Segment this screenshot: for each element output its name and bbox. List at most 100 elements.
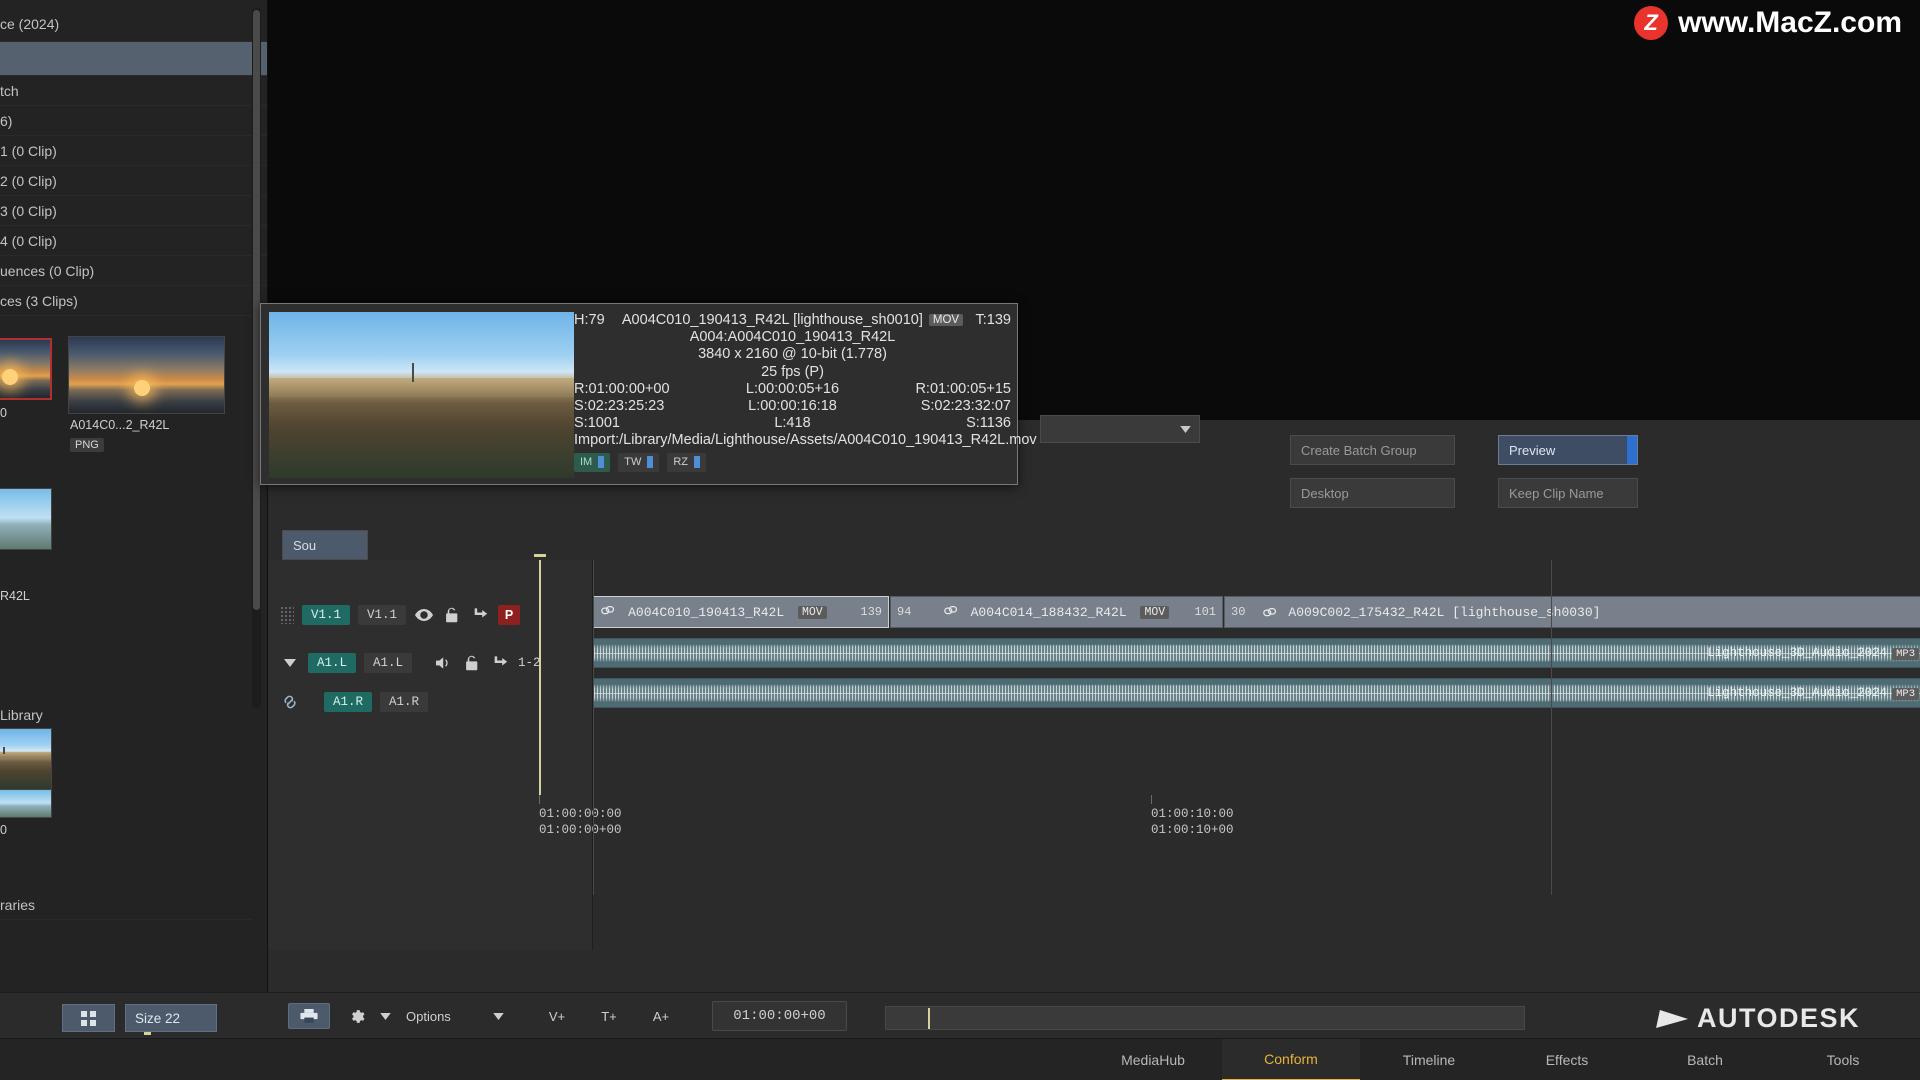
library-row-1[interactable]: [0, 42, 267, 76]
tab-batch[interactable]: Batch: [1636, 1039, 1774, 1080]
audio-track-a1r-name[interactable]: A1.R: [380, 692, 428, 712]
tab-effects[interactable]: Effects: [1498, 1039, 1636, 1080]
add-text-track-button[interactable]: T+: [588, 1001, 630, 1031]
thumbnail-1-format-badge: PNG: [70, 438, 104, 452]
library-row-9[interactable]: ces (3 Clips): [0, 286, 267, 316]
media-library-panel[interactable]: ce (2024) tch 6) 1 (0 Clip) 2 (0 Clip) 3…: [0, 0, 268, 1040]
keep-clip-name-button[interactable]: Keep Clip Name: [1498, 478, 1638, 508]
route-icon[interactable]: [470, 605, 490, 625]
viewer-dropdown-field[interactable]: [1040, 415, 1200, 443]
grid-view-button[interactable]: [62, 1004, 115, 1032]
thumbnail-row-3[interactable]: 0: [0, 728, 252, 838]
library-row-5[interactable]: 2 (0 Clip): [0, 166, 267, 196]
video-track-header[interactable]: V1.1 V1.1 P: [280, 605, 520, 625]
library-row-4[interactable]: 1 (0 Clip): [0, 136, 267, 166]
video-track-p-button[interactable]: P: [498, 605, 520, 625]
timeline-clip-2[interactable]: 30 A009C002_175432_R42L [lighthouse_sh00…: [1224, 596, 1920, 628]
timeline-ruler[interactable]: 01:00:00:00 01:00:00+00 01:00:10:00 01:0…: [539, 795, 1920, 845]
thumbnail-row-1[interactable]: 0 A014C0...2_R42L PNG: [0, 336, 252, 458]
desktop-button[interactable]: Desktop: [1290, 478, 1455, 508]
tooltip-tc-1-right: S:02:23:32:07: [920, 398, 1011, 415]
playhead[interactable]: [534, 554, 546, 795]
library-row-7[interactable]: 4 (0 Clip): [0, 226, 267, 256]
library-row-6[interactable]: 3 (0 Clip): [0, 196, 267, 226]
thumbnail-size-slider[interactable]: Size 22: [125, 1004, 217, 1035]
audio-track-a1l-name[interactable]: A1.L: [364, 653, 412, 673]
library-row-0[interactable]: ce (2024): [0, 0, 267, 42]
tooltip-tc-2-center: L:418: [774, 415, 811, 432]
audio-track-a1r-header[interactable]: A1.R A1.R: [280, 692, 428, 712]
autodesk-wordmark: AUTODESK: [1696, 1003, 1860, 1033]
audio-clip-1-badge: MP3: [1892, 688, 1919, 700]
audio-track-a1l-header[interactable]: A1.L A1.L 1-2: [280, 653, 541, 673]
create-batch-group-button[interactable]: Create Batch Group: [1290, 435, 1455, 465]
grid-icon: [81, 1010, 96, 1026]
audio-channel-mapping[interactable]: 1-2: [518, 656, 541, 670]
options-dropdown[interactable]: [487, 1003, 509, 1029]
thumbnail-0[interactable]: [0, 338, 52, 400]
source-button[interactable]: Sou: [282, 530, 368, 560]
audio-clip-0[interactable]: 0 Lighthouse_3D_Audio_2024MP3: [593, 638, 1920, 668]
thumbnail-3[interactable]: [0, 728, 52, 790]
timeline-clip-0[interactable]: 79 A004C010_190413_R42L MOV 139: [593, 596, 889, 628]
library-row-8[interactable]: uences (0 Clip): [0, 256, 267, 286]
unlock-icon[interactable]: [442, 605, 462, 625]
options-button[interactable]: Options: [406, 1001, 490, 1031]
ruler-label-1: 01:00:10:00 01:00:10+00: [1151, 806, 1234, 838]
ruler-tick-0: [539, 795, 540, 804]
audio-clip-1[interactable]: 0 Lighthouse_3D_Audio_2024MP3: [593, 678, 1920, 708]
watermark-text: www.MacZ.com: [1678, 6, 1902, 39]
thumbnail-3-strip[interactable]: [0, 790, 52, 818]
track-grip-icon[interactable]: [280, 606, 294, 624]
video-track-tag[interactable]: V1.1: [302, 605, 350, 625]
timeline-clip-area[interactable]: 79 A004C010_190413_R42L MOV 139 94 A004C…: [593, 560, 1920, 950]
track-header-column[interactable]: V1.1 V1.1 P A1.L A1.L 1-2 A1.R A1.R: [268, 560, 593, 950]
tab-tools[interactable]: Tools: [1774, 1039, 1912, 1080]
library-row-2[interactable]: tch: [0, 76, 267, 106]
add-audio-track-button[interactable]: A+: [640, 1001, 682, 1031]
unlock-icon-audio[interactable]: [462, 653, 482, 673]
preview-indicator: [1627, 436, 1637, 464]
preview-label: Preview: [1509, 442, 1556, 458]
clip-2-in-point: 30: [1231, 605, 1246, 619]
thumbnail-3-label: 0: [0, 823, 7, 837]
timeline-clip-1[interactable]: 94 A004C014_188432_R42L MOV 101: [890, 596, 1223, 628]
timecode-field[interactable]: 01:00:00+00: [712, 1001, 847, 1031]
preview-button[interactable]: Preview: [1498, 435, 1638, 465]
timeline-horizontal-scrollbar[interactable]: [885, 1006, 1525, 1030]
timeline-right-divider: [1551, 560, 1552, 895]
libraries-section-label[interactable]: raries: [0, 890, 252, 920]
tooltip-title: A004C010_190413_R42L [lighthouse_sh0010]…: [622, 312, 964, 329]
chevron-down-icon: [492, 1012, 504, 1020]
tooltip-fps: 25 fps (P): [761, 363, 824, 380]
tooltip-badges: IM TW RZ: [574, 452, 1011, 472]
clip-2-name: A009C002_175432_R42L [lighthouse_sh0030]: [1288, 604, 1601, 620]
library-section-label[interactable]: Library: [0, 700, 252, 730]
tab-mediahub[interactable]: MediaHub: [1084, 1039, 1222, 1080]
scrollbar-position-marker[interactable]: [928, 1008, 930, 1029]
thumbnail-row-2[interactable]: R42L: [0, 488, 252, 603]
tab-conform[interactable]: Conform: [1222, 1038, 1360, 1080]
thumbnail-1[interactable]: [68, 336, 225, 414]
toolbar-gear-button[interactable]: [340, 1003, 372, 1029]
speaker-icon[interactable]: [434, 653, 454, 673]
thumbnail-2-label: R42L: [0, 589, 30, 603]
thumbnail-2[interactable]: [0, 488, 52, 550]
add-video-track-button[interactable]: V+: [536, 1001, 578, 1031]
module-tab-bar[interactable]: MediaHub Conform Timeline Effects Batch …: [0, 1038, 1920, 1080]
eye-icon[interactable]: [414, 605, 434, 625]
print-button[interactable]: [288, 1003, 330, 1029]
link-icon[interactable]: [280, 692, 300, 712]
toolbar-gear-dropdown[interactable]: [374, 1003, 396, 1029]
tooltip-head-label: H:79: [574, 312, 605, 328]
tab-timeline[interactable]: Timeline: [1360, 1039, 1498, 1080]
audio-track-a1l-tag[interactable]: A1.L: [308, 653, 356, 673]
video-track-name[interactable]: V1.1: [358, 605, 406, 625]
audio-track-a1r-tag[interactable]: A1.R: [324, 692, 372, 712]
playhead-handle[interactable]: [534, 554, 546, 557]
chevron-down-icon[interactable]: [280, 653, 300, 673]
clip-0-name-wrap: A004C010_190413_R42L MOV: [593, 605, 888, 620]
route-icon-audio[interactable]: [490, 653, 510, 673]
library-row-3[interactable]: 6): [0, 106, 267, 136]
ruler-label-0-bottom: 01:00:00+00: [539, 823, 622, 837]
